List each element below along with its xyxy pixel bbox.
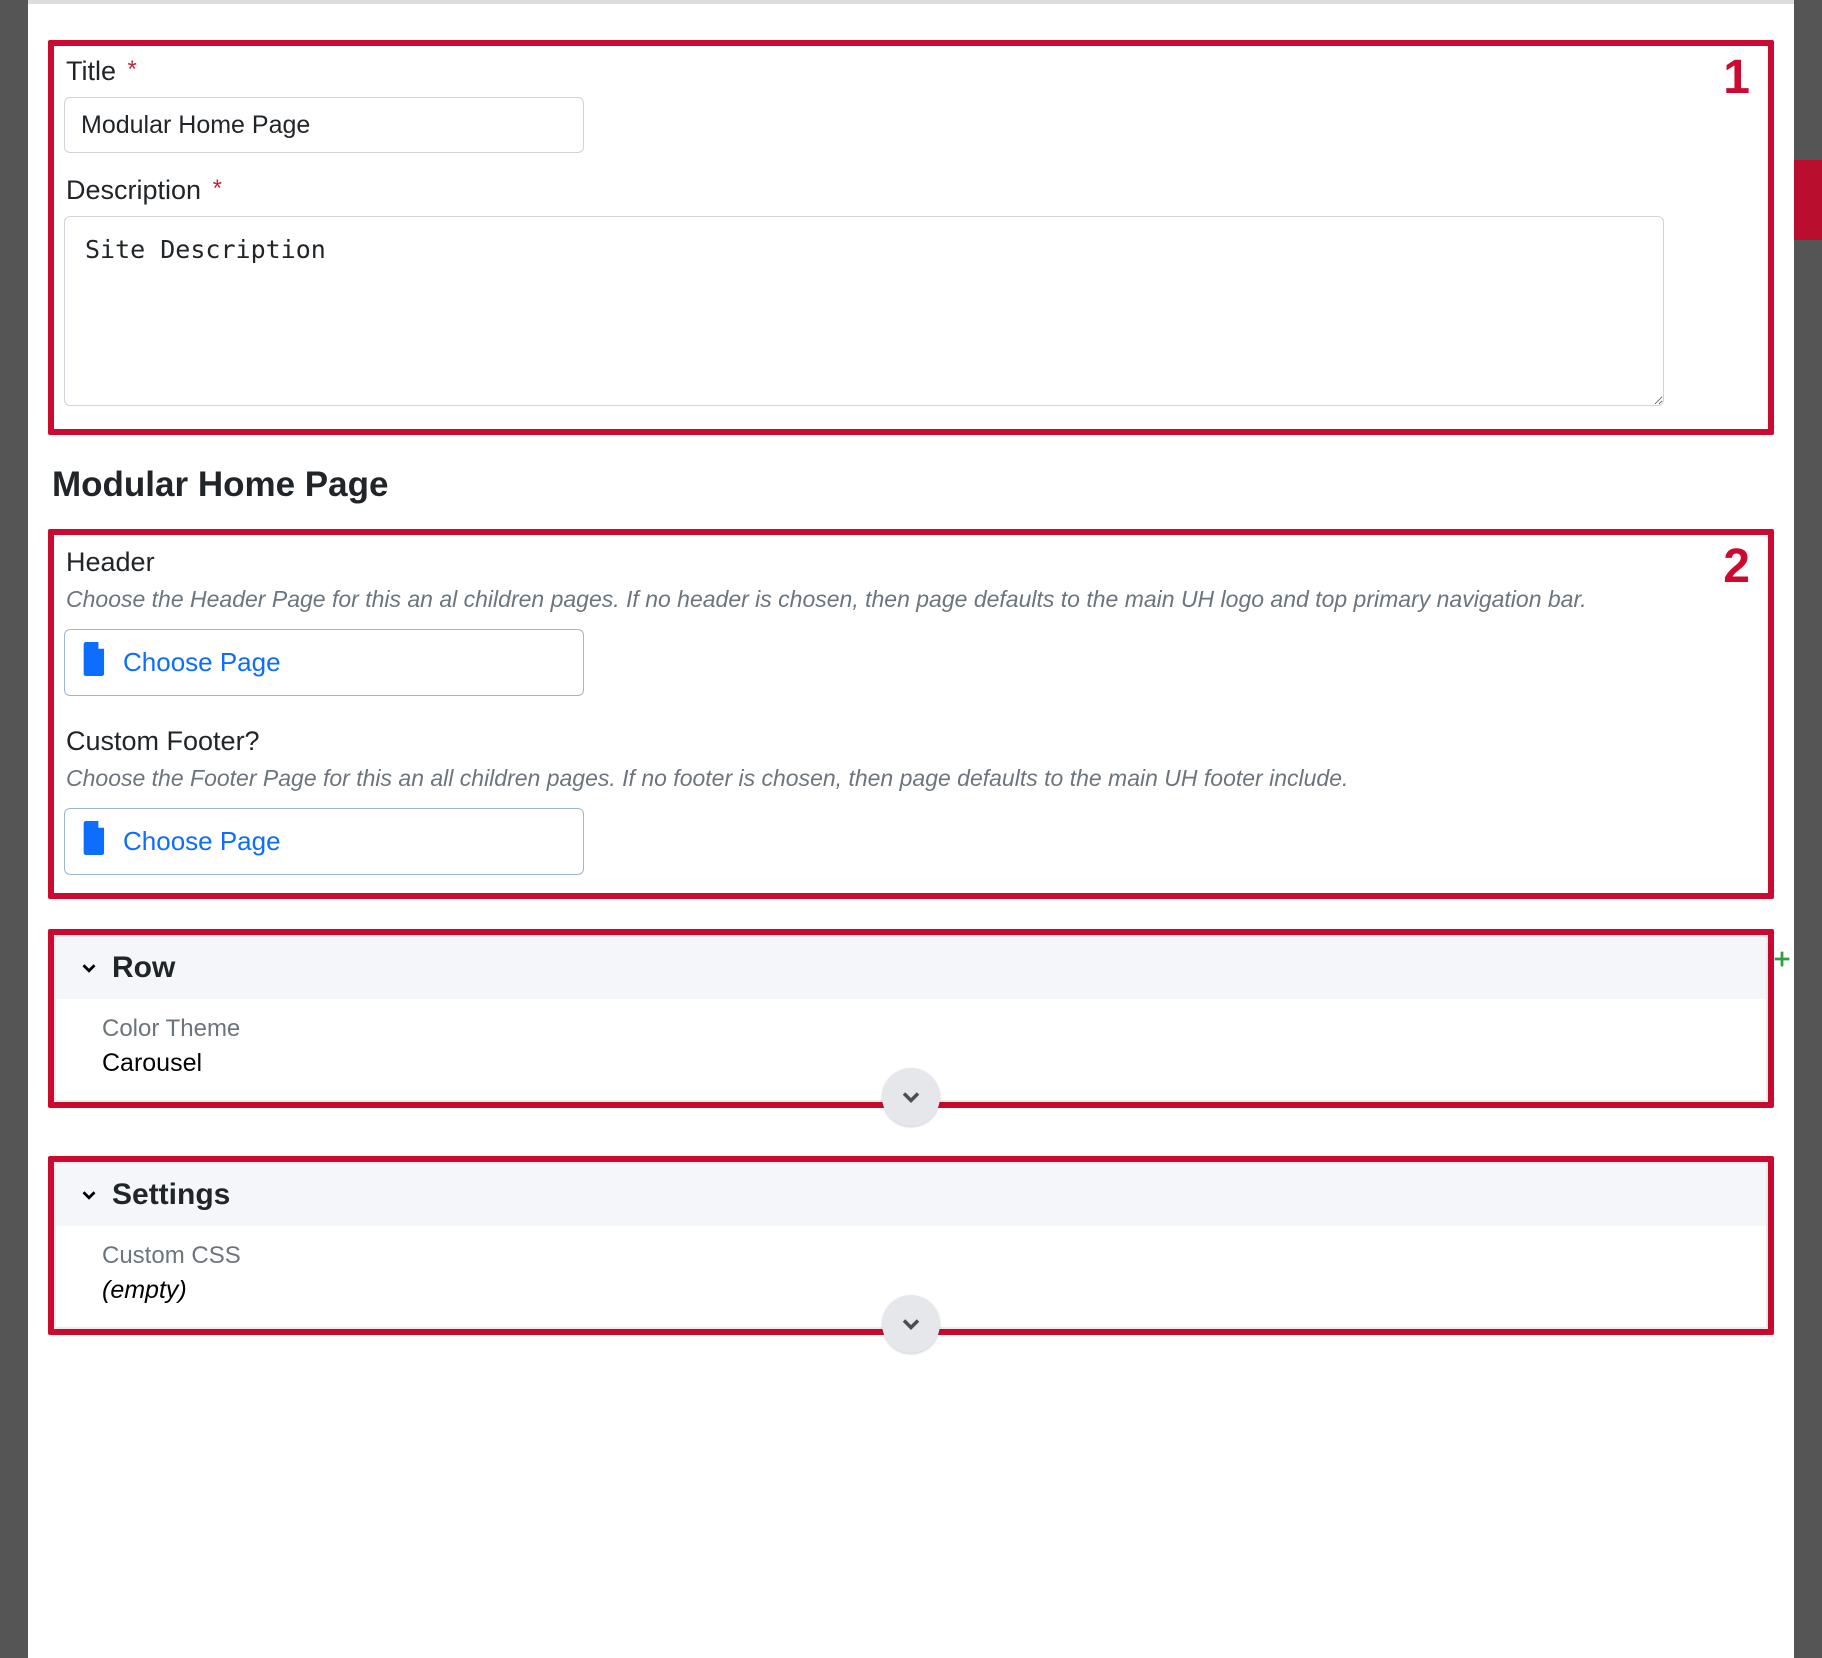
chevron-down-icon — [78, 1184, 100, 1206]
page-frame: 1 Title * Description * Modular Home Pag… — [0, 0, 1822, 1658]
annotation-box-2: 2 Header Choose the Header Page for this… — [48, 529, 1774, 899]
settings-card-title: Settings — [112, 1178, 230, 1212]
description-label: Description * — [66, 175, 1758, 206]
footer-label: Custom Footer? — [66, 726, 1758, 757]
description-label-text: Description — [66, 175, 201, 205]
annotation-box-3: 3 Row Color Theme Carousel — [48, 929, 1774, 1108]
chevron-down-icon — [897, 1083, 925, 1111]
annotation-box-4: 4 Settings Custom CSS (empty) — [48, 1156, 1774, 1335]
title-input[interactable] — [64, 97, 584, 153]
footer-hint: Choose the Footer Page for this an all c… — [66, 765, 1758, 792]
annotation-box-1: 1 Title * Description * — [48, 40, 1774, 435]
page-icon — [81, 821, 109, 862]
row-card-title: Row — [112, 951, 175, 985]
card-right-edge — [1766, 1164, 1794, 1327]
section-heading: Modular Home Page — [52, 465, 1774, 505]
chevron-down-icon — [78, 957, 100, 979]
description-field-block: Description * — [64, 175, 1758, 411]
add-row-button[interactable] — [1768, 945, 1794, 973]
row-card: Row Color Theme Carousel — [54, 935, 1768, 1102]
form-content: 1 Title * Description * Modular Home Pag… — [28, 4, 1794, 1658]
settings-expand-toggle[interactable] — [882, 1295, 940, 1353]
annotation-number-2: 2 — [1723, 543, 1750, 591]
right-strip-accent — [1794, 160, 1822, 240]
required-star-icon: * — [128, 56, 137, 83]
plus-icon — [1771, 948, 1793, 970]
description-textarea[interactable] — [64, 216, 1664, 406]
right-edge-strip — [1794, 0, 1822, 1658]
chevron-down-icon — [897, 1310, 925, 1338]
choose-header-page-button[interactable]: Choose Page — [64, 629, 584, 696]
header-label: Header — [66, 547, 1758, 578]
left-edge-strip — [0, 0, 28, 1658]
settings-prop-label: Custom CSS — [102, 1242, 1720, 1270]
page-icon — [81, 642, 109, 683]
footer-chooser-block: Custom Footer? Choose the Footer Page fo… — [64, 726, 1758, 879]
row-prop-label: Color Theme — [102, 1015, 1720, 1043]
settings-card-header[interactable]: Settings — [56, 1164, 1766, 1226]
choose-header-page-label: Choose Page — [123, 647, 281, 678]
choose-footer-page-label: Choose Page — [123, 826, 281, 857]
header-chooser-block: Header Choose the Header Page for this a… — [64, 547, 1758, 724]
annotation-number-1: 1 — [1723, 54, 1750, 102]
title-field-block: Title * — [64, 56, 1758, 153]
row-card-header[interactable]: Row — [56, 937, 1766, 999]
settings-card: Settings Custom CSS (empty) — [54, 1162, 1768, 1329]
required-star-icon: * — [213, 175, 222, 202]
header-hint: Choose the Header Page for this an al ch… — [66, 586, 1758, 613]
row-expand-toggle[interactable] — [882, 1068, 940, 1126]
title-label: Title * — [66, 56, 1758, 87]
choose-footer-page-button[interactable]: Choose Page — [64, 808, 584, 875]
title-label-text: Title — [66, 56, 116, 86]
